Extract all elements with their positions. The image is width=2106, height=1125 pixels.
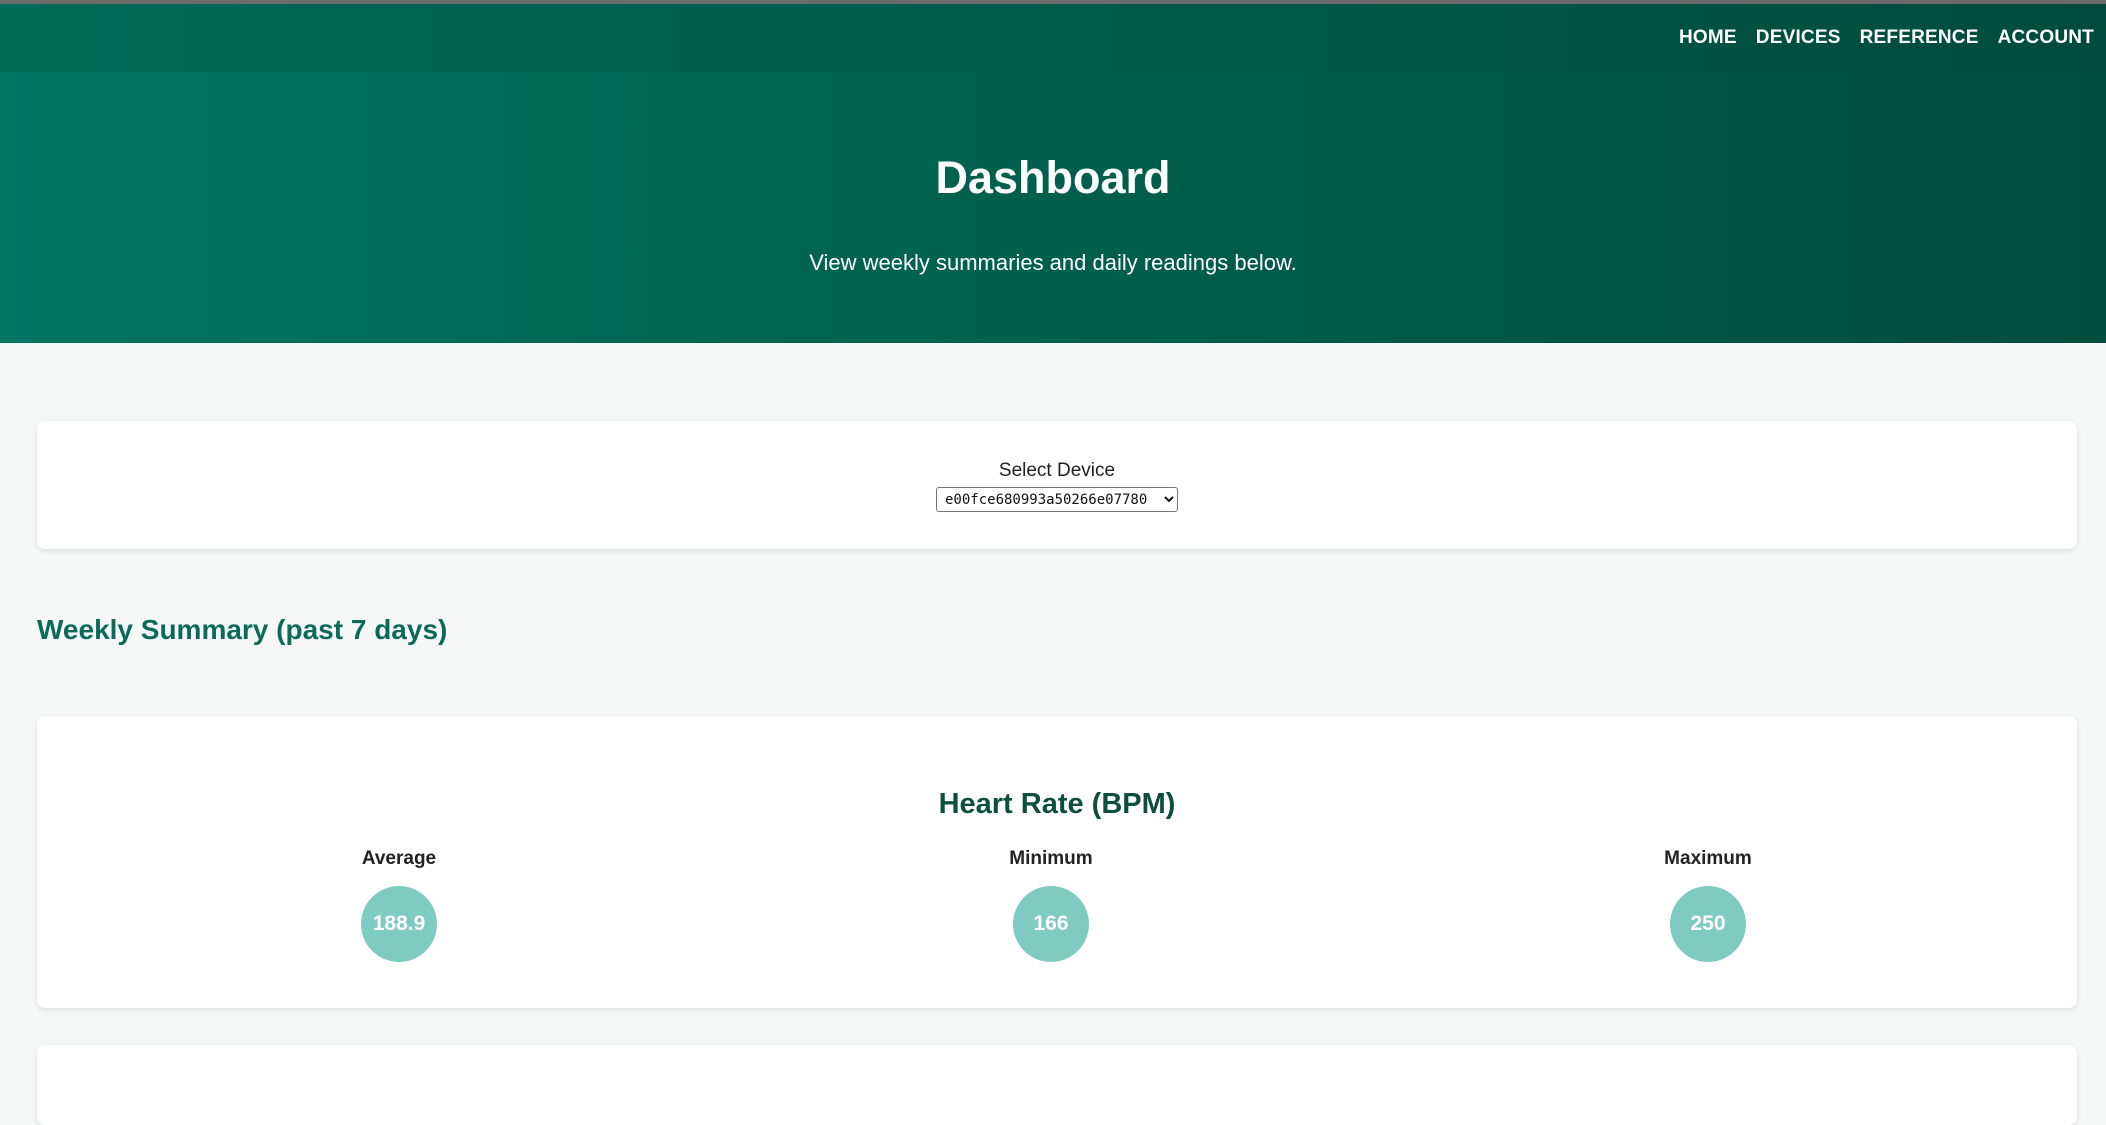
stat-minimum: Minimum 166: [951, 848, 1151, 962]
stat-maximum-value: 250: [1670, 886, 1746, 962]
device-selector-card: Select Device e00fce680993a50266e07780: [37, 421, 2077, 549]
next-summary-card: [37, 1045, 2077, 1125]
device-select[interactable]: e00fce680993a50266e07780: [936, 487, 1178, 512]
device-select-label: Select Device: [998, 460, 1116, 481]
nav-account-link[interactable]: ACCOUNT: [1998, 27, 2094, 49]
stat-minimum-label: Minimum: [1009, 848, 1093, 869]
stat-maximum: Maximum 250: [1608, 848, 1808, 962]
stat-maximum-label: Maximum: [1664, 848, 1752, 869]
hero-banner: Dashboard View weekly summaries and dail…: [0, 72, 2106, 343]
page-subtitle: View weekly summaries and daily readings…: [809, 250, 1297, 275]
weekly-summary-title: Weekly Summary (past 7 days): [37, 614, 448, 645]
heart-rate-title: Heart Rate (BPM): [938, 788, 1176, 820]
nav-reference-link[interactable]: REFERENCE: [1860, 27, 1979, 49]
stat-average-value: 188.9: [361, 886, 437, 962]
page-title: Dashboard: [935, 152, 1171, 203]
nav-devices-link[interactable]: DEVICES: [1756, 27, 1841, 49]
stat-minimum-value: 166: [1013, 886, 1089, 962]
nav-home-link[interactable]: HOME: [1679, 27, 1737, 49]
main-nav: HOME DEVICES REFERENCE ACCOUNT: [1679, 4, 2094, 72]
stat-average-label: Average: [361, 848, 437, 869]
top-navbar: HOME DEVICES REFERENCE ACCOUNT: [0, 4, 2106, 72]
stat-average: Average 188.9: [299, 848, 499, 962]
heart-rate-summary-card: Heart Rate (BPM) Average 188.9 Minimum 1…: [37, 716, 2077, 1008]
